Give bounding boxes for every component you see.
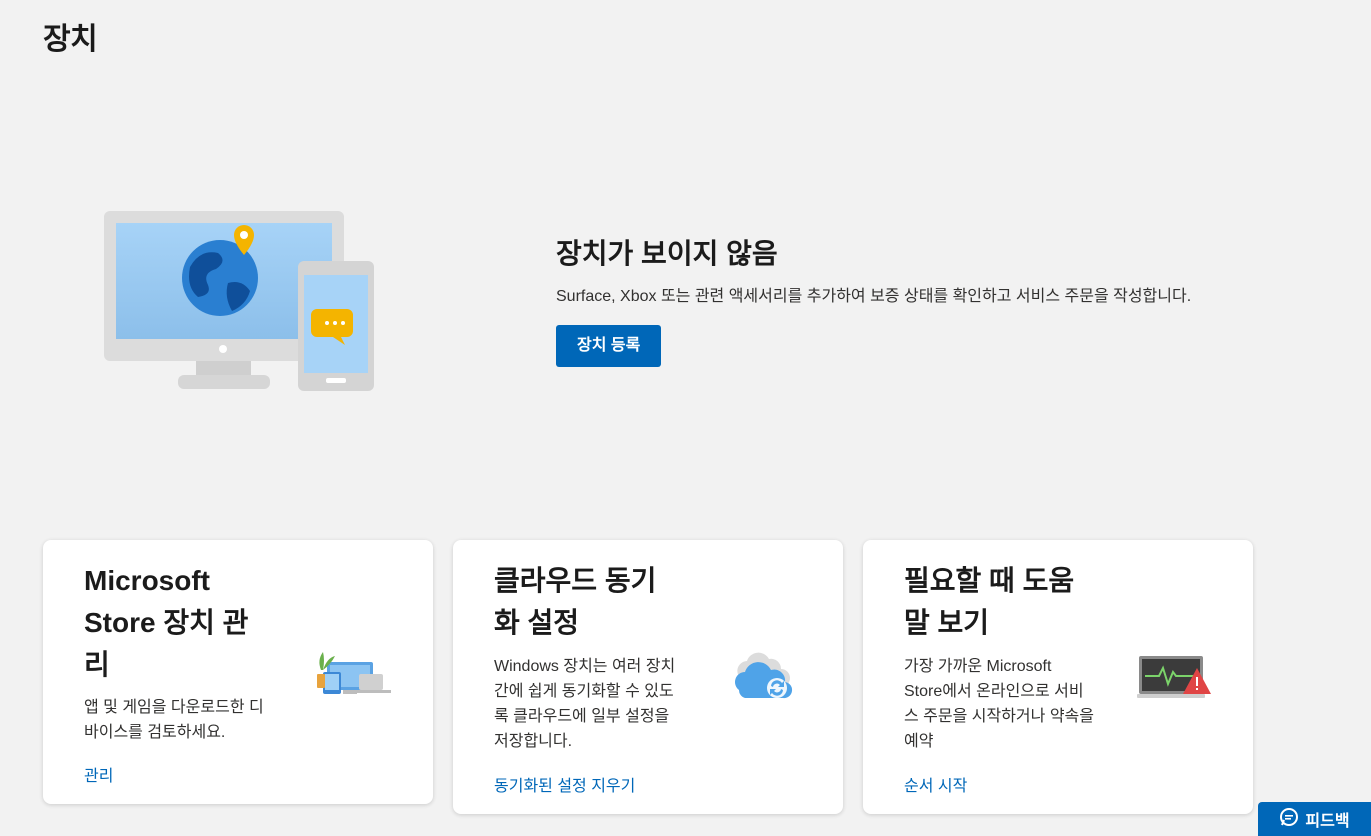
card-store-devices: Microsoft Store 장치 관리 앱 및 게임을 다운로드한 디바이스… <box>43 540 433 804</box>
card-description: 앱 및 게임을 다운로드한 디바이스를 검토하세요. <box>84 699 264 741</box>
devices-icon <box>315 648 395 703</box>
clear-synced-settings-link[interactable]: 동기화된 설정 지우기 <box>494 772 635 796</box>
register-device-button[interactable]: 장치 등록 <box>556 325 662 367</box>
card-title: 클라우드 동기화 설정 <box>494 565 657 638</box>
monitor-phone-illustration <box>100 205 380 397</box>
card-description: Windows 장치는 여러 장치 간에 쉽게 동기화할 수 있도록 클라우드에… <box>494 658 676 750</box>
start-order-link[interactable]: 순서 시작 <box>904 772 967 796</box>
manage-link[interactable]: 관리 <box>84 762 113 786</box>
page-title: 장치 <box>43 23 98 56</box>
laptop-warning-icon <box>1137 652 1215 707</box>
card-description: 가장 가까운 Microsoft Store에서 온라인으로 서비스 주문을 시… <box>904 658 1094 750</box>
feedback-label: 피드백 <box>1305 813 1350 830</box>
chat-icon <box>1279 807 1299 832</box>
card-title: 필요할 때 도움말 보기 <box>904 565 1075 638</box>
card-cloud-sync: 클라우드 동기화 설정 Windows 장치는 여러 장치 간에 쉽게 동기화할… <box>453 540 843 814</box>
card-title: Microsoft Store 장치 관리 <box>84 565 249 680</box>
hero-description: Surface, Xbox 또는 관련 액세서리를 추가하여 보증 상태를 확인… <box>556 288 1192 305</box>
hero-heading: 장치가 보이지 않음 <box>556 238 778 269</box>
cloud-sync-icon <box>729 650 799 707</box>
card-get-help: 필요할 때 도움말 보기 가장 가까운 Microsoft Store에서 온라… <box>863 540 1253 814</box>
hero-section: 장치가 보이지 않음 Surface, Xbox 또는 관련 액세서리를 추가하… <box>556 234 1316 367</box>
feedback-button[interactable]: 피드백 <box>1258 802 1371 836</box>
